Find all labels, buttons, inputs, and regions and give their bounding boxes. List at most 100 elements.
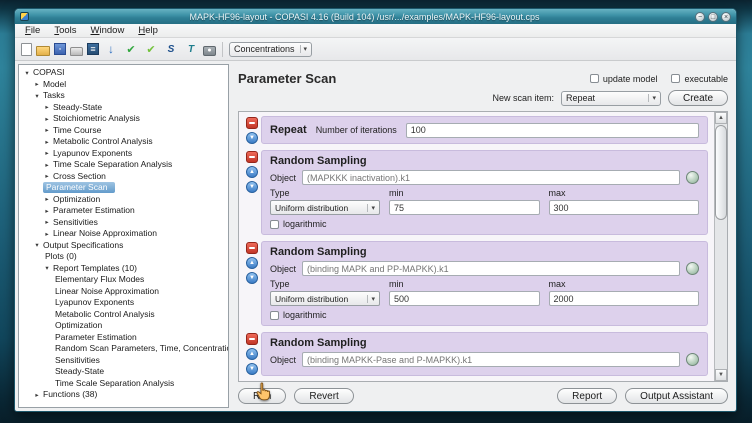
tree-item-metabolic-control-analysis[interactable]: Metabolic Control Analysis	[19, 309, 228, 321]
move-up-button[interactable]: ▲	[246, 166, 258, 178]
menu-tools[interactable]: Tools	[48, 25, 82, 36]
tree-item-cross-section[interactable]: ▸Cross Section	[19, 171, 228, 183]
create-button[interactable]: Create	[668, 90, 728, 106]
scrollbar-track[interactable]	[715, 124, 727, 369]
tree-item-time-scale-separation-analysis[interactable]: ▸Time Scale Separation Analysis	[19, 159, 228, 171]
move-up-button[interactable]: ▲	[246, 257, 258, 269]
object-input[interactable]: (binding MAPK and PP-MAPKK).k1	[302, 261, 680, 276]
tree-item-optimization[interactable]: Optimization	[19, 320, 228, 332]
expand-arrow-icon[interactable]: ▸	[43, 115, 51, 123]
tree-item-optimization[interactable]: ▸Optimization	[19, 194, 228, 206]
expand-arrow-icon[interactable]: ▸	[33, 391, 41, 399]
delete-item-button[interactable]	[246, 117, 258, 129]
collapse-arrow-icon[interactable]: ▾	[33, 241, 41, 249]
tree-item-plots-0[interactable]: Plots (0)	[19, 251, 228, 263]
expand-arrow-icon[interactable]: ▸	[43, 149, 51, 157]
run-button[interactable]: Run	[238, 388, 286, 404]
tree-item-time-scale-separation-analysis[interactable]: Time Scale Separation Analysis	[19, 378, 228, 390]
max-input[interactable]: 300	[549, 200, 700, 215]
apply-changes-icon[interactable]: ✔	[143, 41, 159, 57]
tree-item-sensitivities[interactable]: ▸Sensitivities	[19, 217, 228, 229]
minimize-button[interactable]: −	[695, 12, 705, 22]
distribution-select[interactable]: Uniform distribution▾	[270, 200, 380, 215]
tree-item-sensitivities[interactable]: Sensitivities	[19, 355, 228, 367]
revert-button[interactable]: Revert	[294, 388, 353, 404]
iterations-input[interactable]: 100	[406, 123, 699, 138]
tree-item-steady-state[interactable]: ▸Steady-State	[19, 102, 228, 114]
collapse-arrow-icon[interactable]: ▾	[43, 264, 51, 272]
concentrations-select[interactable]: Concentrations ▾	[229, 42, 312, 57]
select-object-button[interactable]	[686, 171, 699, 184]
tree-item-model[interactable]: ▸Model	[19, 79, 228, 91]
tree-item-parameter-scan[interactable]: Parameter Scan	[19, 182, 228, 194]
menu-window[interactable]: Window	[85, 25, 131, 36]
tree-item-metabolic-control-analysis[interactable]: ▸Metabolic Control Analysis	[19, 136, 228, 148]
delete-item-button[interactable]	[246, 333, 258, 345]
tree-item-lyapunov-exponents[interactable]: Lyapunov Exponents	[19, 297, 228, 309]
select-object-button[interactable]	[686, 353, 699, 366]
download-model-icon[interactable]: ↓	[103, 41, 119, 57]
menu-help[interactable]: Help	[132, 25, 164, 36]
report-button[interactable]: Report	[557, 388, 617, 404]
collapse-arrow-icon[interactable]: ▾	[33, 92, 41, 100]
tree-item-copasi[interactable]: ▾COPASI	[19, 67, 228, 79]
time-course-icon[interactable]: T	[183, 41, 199, 57]
tree-item-tasks[interactable]: ▾Tasks	[19, 90, 228, 102]
min-input[interactable]: 75	[389, 200, 540, 215]
delete-item-button[interactable]	[246, 151, 258, 163]
min-input[interactable]: 500	[389, 291, 540, 306]
expand-arrow-icon[interactable]: ▸	[43, 207, 51, 215]
logarithmic-checkbox[interactable]	[270, 311, 279, 320]
expand-arrow-icon[interactable]: ▸	[43, 103, 51, 111]
expand-arrow-icon[interactable]: ▸	[43, 218, 51, 226]
save-file-icon[interactable]: ▫	[54, 43, 66, 55]
tree-item-parameter-estimation[interactable]: Parameter Estimation	[19, 332, 228, 344]
print-icon[interactable]	[70, 47, 83, 56]
new-file-icon[interactable]	[21, 43, 32, 56]
close-button[interactable]: ×	[721, 12, 731, 22]
expand-arrow-icon[interactable]: ▸	[43, 161, 51, 169]
tree-item-parameter-estimation[interactable]: ▸Parameter Estimation	[19, 205, 228, 217]
expand-arrow-icon[interactable]: ▸	[43, 172, 51, 180]
object-input[interactable]: (binding MAPKK-Pase and P-MAPKK).k1	[302, 352, 680, 367]
logarithmic-checkbox[interactable]	[270, 220, 279, 229]
tree-item-output-specifications[interactable]: ▾Output Specifications	[19, 240, 228, 252]
move-down-button[interactable]: ▼	[246, 363, 258, 375]
object-browser-icon[interactable]: ≡	[87, 43, 99, 55]
check-model-icon[interactable]: ✔	[123, 41, 139, 57]
expand-arrow-icon[interactable]: ▸	[43, 230, 51, 238]
maximize-button[interactable]: □	[708, 12, 718, 22]
titlebar[interactable]: MAPK-HF96-layout - COPASI 4.16 (Build 10…	[15, 9, 736, 24]
move-up-button[interactable]: ▲	[246, 348, 258, 360]
capture-image-icon[interactable]: ●	[203, 46, 216, 56]
tree-item-random-scan-parameters-time-concentrations[interactable]: Random Scan Parameters, Time, Concentrat…	[19, 343, 228, 355]
tree-item-report-templates-10[interactable]: ▾Report Templates (10)	[19, 263, 228, 275]
distribution-select[interactable]: Uniform distribution▾	[270, 291, 380, 306]
scroll-up-icon[interactable]: ▲	[715, 112, 727, 124]
tree-item-linear-noise-approximation[interactable]: Linear Noise Approximation	[19, 286, 228, 298]
tree-item-steady-state[interactable]: Steady-State	[19, 366, 228, 378]
executable-checkbox[interactable]	[671, 74, 680, 83]
scrollbar-thumb[interactable]	[715, 125, 727, 220]
select-object-button[interactable]	[686, 262, 699, 275]
steady-state-icon[interactable]: S	[163, 41, 179, 57]
vertical-scrollbar[interactable]: ▲ ▼	[714, 112, 727, 381]
move-down-button[interactable]: ▼	[246, 272, 258, 284]
new-scan-item-select[interactable]: Repeat ▾	[561, 91, 661, 106]
expand-arrow-icon[interactable]: ▸	[33, 80, 41, 88]
expand-arrow-icon[interactable]: ▸	[43, 195, 51, 203]
tree-item-stoichiometric-analysis[interactable]: ▸Stoichiometric Analysis	[19, 113, 228, 125]
move-down-button[interactable]: ▼	[246, 181, 258, 193]
max-input[interactable]: 2000	[549, 291, 700, 306]
menu-file[interactable]: File	[19, 25, 46, 36]
expand-arrow-icon[interactable]: ▸	[43, 126, 51, 134]
tree-item-linear-noise-approximation[interactable]: ▸Linear Noise Approximation	[19, 228, 228, 240]
update-model-checkbox[interactable]	[590, 74, 599, 83]
tree-item-lyapunov-exponents[interactable]: ▸Lyapunov Exponents	[19, 148, 228, 160]
expand-arrow-icon[interactable]: ▸	[43, 138, 51, 146]
open-file-icon[interactable]	[36, 46, 50, 56]
move-down-button[interactable]: ▼	[246, 132, 258, 144]
output-assistant-button[interactable]: Output Assistant	[625, 388, 728, 404]
tree-item-functions-38[interactable]: ▸Functions (38)	[19, 389, 228, 401]
collapse-arrow-icon[interactable]: ▾	[23, 69, 31, 77]
